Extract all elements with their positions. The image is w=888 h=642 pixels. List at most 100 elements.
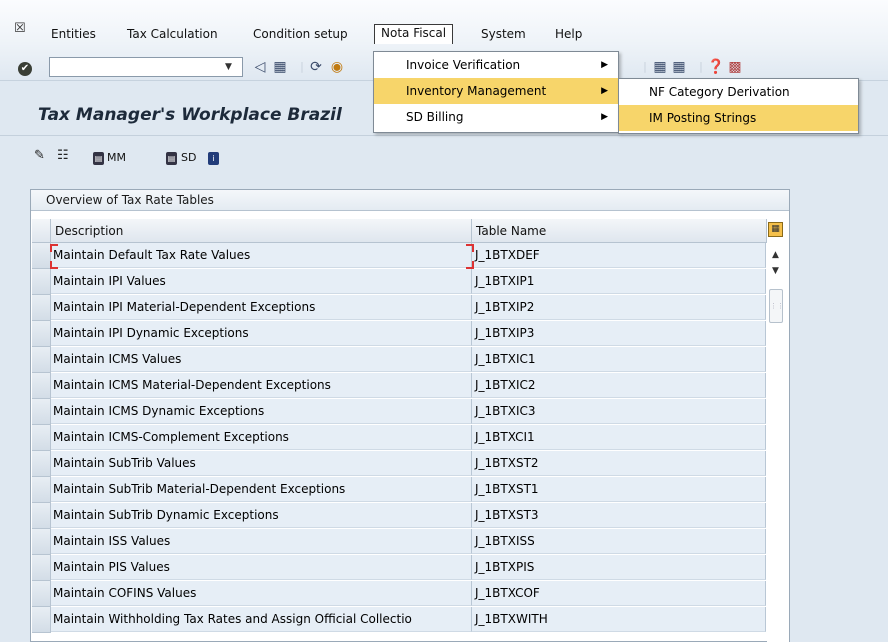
cell-table-name[interactable]: J_1BTXIP1	[472, 269, 766, 294]
menu-tax-calculation[interactable]: Tax Calculation	[127, 26, 218, 44]
row-selector[interactable]	[32, 269, 51, 295]
cell-description[interactable]: Maintain ICMS-Complement Exceptions	[51, 425, 472, 450]
cell-table-name[interactable]: J_1BTXIP3	[472, 321, 766, 346]
menu-im-posting-strings[interactable]: IM Posting Strings	[619, 105, 858, 131]
menu-nota-fiscal[interactable]: Nota Fiscal	[374, 24, 454, 45]
table-row[interactable]: Maintain ICMS Values J_1BTXIC1	[32, 347, 767, 373]
sd-button-icon[interactable]: ▤	[166, 150, 177, 166]
table-row[interactable]: Maintain PIS Values J_1BTXPIS	[32, 555, 767, 581]
table-row[interactable]: Maintain COFINS Values J_1BTXCOF	[32, 581, 767, 607]
cell-description[interactable]: Maintain Withholding Tax Rates and Assig…	[51, 607, 472, 632]
row-selector[interactable]	[32, 503, 51, 529]
row-selector[interactable]	[32, 321, 51, 347]
cell-table-name[interactable]: J_1BTXISS	[472, 529, 766, 554]
cell-description[interactable]: Maintain ICMS Material-Dependent Excepti…	[51, 373, 472, 398]
column-settings-icon[interactable]: ▦	[768, 222, 783, 237]
row-selector[interactable]	[32, 295, 51, 321]
column-header-description[interactable]: Description	[51, 219, 472, 243]
cell-table-name[interactable]: J_1BTXIC2	[472, 373, 766, 398]
menu-nf-category-derivation[interactable]: NF Category Derivation	[619, 79, 858, 105]
cell-description[interactable]: Maintain ICMS Dynamic Exceptions	[51, 399, 472, 424]
hierarchy-icon[interactable]: ☷	[57, 148, 69, 164]
menu-condition-setup[interactable]: Condition setup	[253, 26, 348, 44]
row-selector[interactable]	[32, 581, 51, 607]
table-row[interactable]: Maintain SubTrib Material-Dependent Exce…	[32, 477, 767, 503]
command-field[interactable]	[49, 57, 243, 77]
cell-description[interactable]: Maintain ICMS Values	[51, 347, 472, 372]
menu-system[interactable]: System	[481, 26, 526, 44]
cell-table-name[interactable]: J_1BTXST1	[472, 477, 766, 502]
sd-button-label[interactable]: SD	[181, 151, 196, 164]
system-menu-icon[interactable]: ☒	[14, 22, 27, 35]
mm-button-icon[interactable]: ▤	[93, 150, 104, 166]
row-selector[interactable]	[32, 607, 51, 633]
table-row[interactable]: Maintain IPI Material-Dependent Exceptio…	[32, 295, 767, 321]
row-selector[interactable]	[32, 243, 51, 269]
cell-table-name[interactable]: J_1BTXIC3	[472, 399, 766, 424]
info-icon[interactable]: i	[208, 150, 219, 166]
table-row[interactable]: Maintain ICMS-Complement Exceptions J_1BT…	[32, 425, 767, 451]
cell-description[interactable]: Maintain IPI Material-Dependent Exceptio…	[51, 295, 472, 320]
back-nav-icon[interactable]: ⟳	[308, 58, 324, 76]
menu-inventory-management[interactable]: Inventory Management ▶	[374, 78, 618, 104]
column-header-table-name[interactable]: Table Name	[472, 219, 767, 243]
cell-table-name[interactable]: J_1BTXCI1	[472, 425, 766, 450]
menu-sd-billing[interactable]: SD Billing ▶	[374, 104, 618, 130]
row-selector[interactable]	[32, 399, 51, 425]
focus-marker-tr	[466, 244, 474, 252]
scroll-up-icon[interactable]: ▲	[772, 250, 779, 260]
table-row[interactable]: Maintain ICMS Material-Dependent Excepti…	[32, 373, 767, 399]
cell-table-name[interactable]: J_1BTXIP2	[472, 295, 766, 320]
cell-description[interactable]: Maintain IPI Values	[51, 269, 472, 294]
mm-button-label[interactable]: MM	[107, 151, 126, 164]
table-row[interactable]: Maintain IPI Dynamic Exceptions J_1BTXIP3	[32, 321, 767, 347]
exit-icon[interactable]: ◉	[329, 58, 345, 76]
cell-table-name[interactable]: J_1BTXDEF	[472, 243, 766, 268]
cell-table-name[interactable]: J_1BTXCOF	[472, 581, 766, 606]
menu-invoice-verification[interactable]: Invoice Verification ▶	[374, 52, 618, 78]
cell-description[interactable]: Maintain SubTrib Material-Dependent Exce…	[51, 477, 472, 502]
row-selector[interactable]	[32, 425, 51, 451]
cell-description[interactable]: Maintain SubTrib Values	[51, 451, 472, 476]
back-icon[interactable]: ◁	[252, 58, 268, 76]
row-selector[interactable]	[32, 555, 51, 581]
cell-description[interactable]: Maintain IPI Dynamic Exceptions	[51, 321, 472, 346]
table-row[interactable]: Maintain Withholding Tax Rates and Assig…	[32, 607, 767, 633]
select-all-header[interactable]	[32, 219, 51, 243]
enter-check-icon[interactable]: ✔	[18, 62, 32, 76]
cell-table-name[interactable]: J_1BTXST3	[472, 503, 766, 528]
table-row[interactable]: Maintain ISS Values J_1BTXISS	[32, 529, 767, 555]
cell-description[interactable]: Maintain COFINS Values	[51, 581, 472, 606]
row-selector[interactable]	[32, 451, 51, 477]
save-icon[interactable]: ▦	[272, 58, 288, 76]
help-icon[interactable]: ❓	[707, 58, 724, 76]
row-selector[interactable]	[32, 477, 51, 503]
cell-table-name[interactable]: J_1BTXWITH	[472, 607, 766, 632]
row-selector[interactable]	[32, 529, 51, 555]
cell-table-name[interactable]: J_1BTXST2	[472, 451, 766, 476]
command-dropdown-icon[interactable]: ▼	[225, 62, 232, 72]
table-row[interactable]: Maintain SubTrib Dynamic Exceptions J_1BT…	[32, 503, 767, 529]
scroll-down-icon[interactable]: ▼	[772, 266, 779, 276]
table-row[interactable]: Maintain IPI Values J_1BTXIP1	[32, 269, 767, 295]
cell-description[interactable]: Maintain SubTrib Dynamic Exceptions	[51, 503, 472, 528]
customize-layout-icon[interactable]: ▩	[727, 58, 743, 76]
table-row[interactable]: Maintain ICMS Dynamic Exceptions J_1BTXIC…	[32, 399, 767, 425]
cell-description[interactable]: Maintain ISS Values	[51, 529, 472, 554]
shortcut-icon[interactable]: ▦	[671, 58, 687, 76]
edit-pencil-icon[interactable]: ✎	[34, 148, 45, 164]
menu-entities[interactable]: Entities	[51, 26, 96, 44]
menu-help[interactable]: Help	[555, 26, 582, 44]
scroll-thumb[interactable]: ⋮⋮	[769, 289, 784, 323]
cell-description[interactable]: Maintain Default Tax Rate Values	[51, 243, 472, 268]
submenu-arrow-icon: ▶	[601, 86, 608, 96]
create-session-icon[interactable]: ▦	[652, 58, 668, 76]
row-selector[interactable]	[32, 373, 51, 399]
cell-description[interactable]: Maintain PIS Values	[51, 555, 472, 580]
table-title: Overview of Tax Rate Tables	[31, 190, 789, 211]
row-selector[interactable]	[32, 347, 51, 373]
cell-table-name[interactable]: J_1BTXIC1	[472, 347, 766, 372]
cell-table-name[interactable]: J_1BTXPIS	[472, 555, 766, 580]
table-row[interactable]: Maintain Default Tax Rate Values J_1BTXDE…	[32, 243, 767, 269]
table-row[interactable]: Maintain SubTrib Values J_1BTXST2	[32, 451, 767, 477]
